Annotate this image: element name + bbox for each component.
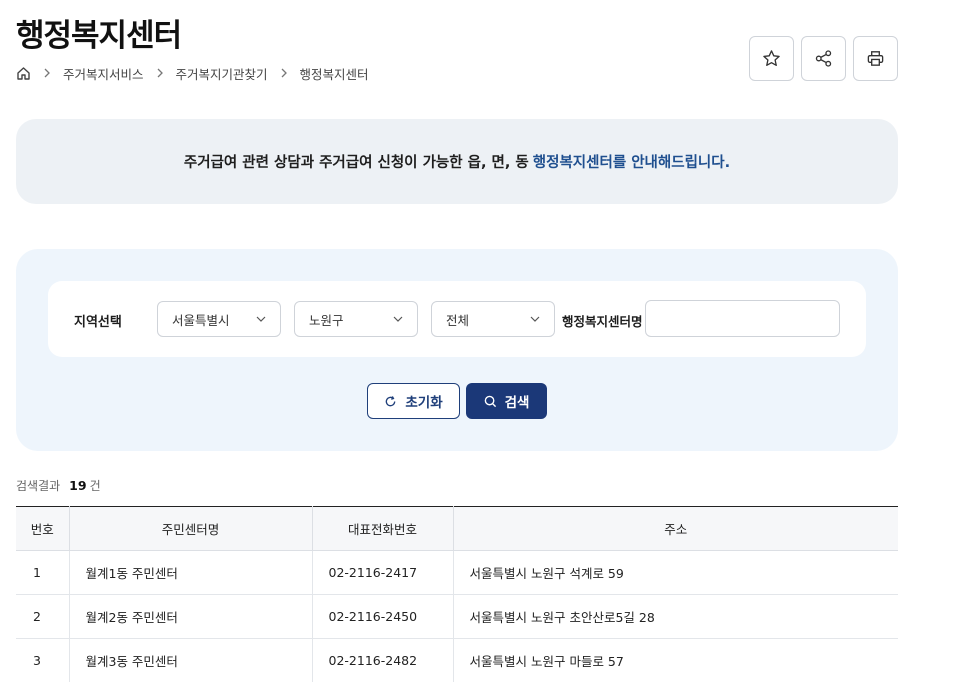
result-count: 검색결과 19 건 [16,477,101,494]
chevron-right-icon [280,68,288,78]
reset-button-label: 초기화 [405,395,443,410]
share-button[interactable] [801,36,846,81]
row-phone: 02-2116-2417 [312,550,454,595]
header-address: 주소 [453,506,898,551]
row-number: 2 [16,594,70,639]
header-number: 번호 [16,506,70,551]
row-address: 서울특별시 노원구 마들로 57 [453,638,898,682]
row-number: 3 [16,638,70,682]
result-count-label: 검색결과 [16,479,61,493]
row-address: 서울특별시 노원구 석계로 59 [453,550,898,595]
table-row: 2 월계2동 주민센터 02-2116-2450 서울특별시 노원구 초안산로5… [16,594,898,639]
table-header-row: 번호 주민센터명 대표전화번호 주소 [16,506,898,551]
page-actions [749,36,898,81]
row-number: 1 [16,550,70,595]
row-center-name: 월계2동 주민센터 [69,594,313,639]
notice-highlight: 행정복지센터를 안내해드립니다. [532,155,731,171]
result-count-unit: 건 [89,479,101,493]
city-select[interactable]: 서울특별시 [157,301,281,337]
chevron-down-icon [530,316,540,322]
star-icon [763,50,780,67]
favorite-button[interactable] [749,36,794,81]
city-select-value: 서울특별시 [172,312,230,328]
print-icon [867,51,884,66]
search-icon [484,395,496,407]
chevron-right-icon [43,68,51,78]
notice-text: 주거급여 관련 상담과 주거급여 신청이 가능한 읍, 면, 동 [183,155,529,171]
refresh-icon [386,395,396,406]
print-button[interactable] [853,36,898,81]
chevron-down-icon [256,316,266,322]
breadcrumb: 주거복지서비스 주거복지기관찾기 행정복지센터 [16,63,381,83]
page-title: 행정복지센터 [16,18,182,54]
search-button-label: 검색 [504,395,530,410]
center-name-input[interactable] [645,300,840,337]
breadcrumb-item-current: 행정복지센터 [299,66,369,82]
district-select-value: 노원구 [309,312,344,328]
row-phone: 02-2116-2450 [312,594,454,639]
result-count-number: 19 [69,478,87,493]
chevron-down-icon [393,316,403,322]
table-row: 3 월계3동 주민센터 02-2116-2482 서울특별시 노원구 마들로 5… [16,638,898,682]
dong-select[interactable]: 전체 [431,301,555,337]
chevron-right-icon [156,68,164,78]
breadcrumb-item-housing-welfare[interactable]: 주거복지서비스 [63,64,144,83]
center-name-label: 행정복지센터명 [562,314,643,329]
search-filters: 지역선택 서울특별시 노원구 전체 행정복지센터명 [48,281,866,357]
notice-banner: 주거급여 관련 상담과 주거급여 신청이 가능한 읍, 면, 동 행정복지센터를… [16,119,898,204]
table-row: 1 월계1동 주민센터 02-2116-2417 서울특별시 노원구 석계로 5… [16,550,898,595]
share-icon [815,50,832,67]
region-label: 지역선택 [74,315,122,330]
results-table: 번호 주민센터명 대표전화번호 주소 1 월계1동 주민센터 02-2116-2… [16,506,898,682]
reset-button[interactable]: 초기화 [367,383,460,419]
row-center-name: 월계3동 주민센터 [69,638,313,682]
district-select[interactable]: 노원구 [294,301,418,337]
home-icon[interactable] [16,66,31,81]
breadcrumb-item-find-agency[interactable]: 주거복지기관찾기 [176,64,268,83]
row-address: 서울특별시 노원구 초안산로5길 28 [453,594,898,639]
search-panel: 지역선택 서울특별시 노원구 전체 행정복지센터명 초기화 검색 [16,249,898,451]
dong-select-value: 전체 [446,312,470,328]
row-center-name: 월계1동 주민센터 [69,550,313,595]
search-button[interactable]: 검색 [466,383,547,419]
row-phone: 02-2116-2482 [312,638,454,682]
header-phone: 대표전화번호 [312,506,454,551]
header-center-name: 주민센터명 [69,506,313,551]
